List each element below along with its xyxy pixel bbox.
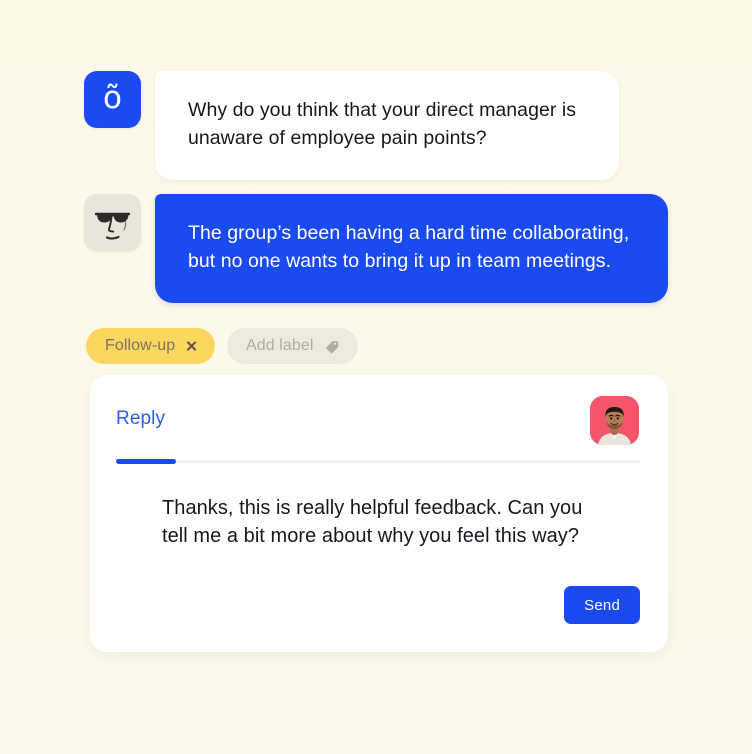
respondent-avatar (84, 194, 141, 251)
add-label-button[interactable]: Add label (226, 328, 358, 364)
add-label-text: Add label (245, 337, 314, 354)
tag-icon (324, 338, 341, 355)
label-chip-follow-up-text: Follow-up (105, 337, 176, 354)
message-row-answer: The group’s been having a hard time coll… (84, 194, 668, 304)
tab-track (116, 460, 640, 463)
reply-card-header: Reply (90, 375, 668, 464)
brand-logo-glyph: õ (103, 80, 122, 116)
message-bubble-answer: The group’s been having a hard time coll… (155, 194, 668, 304)
reply-draft-text[interactable]: Thanks, this is really helpful feedback.… (162, 494, 608, 550)
send-button[interactable]: Send (564, 586, 640, 624)
tab-active-indicator (116, 459, 176, 464)
reply-card: Reply Thanks, this is really helpful fee… (90, 375, 668, 652)
message-text-question: Why do you think that your direct manage… (188, 99, 577, 149)
tab-reply[interactable]: Reply (116, 408, 165, 430)
message-bubble-question: Why do you think that your direct manage… (155, 71, 619, 181)
close-icon[interactable]: ✕ (185, 339, 198, 354)
label-chip-follow-up[interactable]: Follow-up ✕ (86, 328, 215, 364)
sunglasses-face-icon (84, 194, 141, 251)
label-chip-row: Follow-up ✕ Add label (86, 328, 358, 364)
reply-draft-paragraph: Thanks, this is really helpful feedback.… (162, 497, 583, 547)
brand-logo-avatar: õ (84, 71, 141, 128)
conversation-screen: õ Why do you think that your direct mana… (0, 0, 752, 754)
message-row-question: õ Why do you think that your direct mana… (84, 71, 619, 181)
message-text-answer: The group’s been having a hard time coll… (188, 222, 630, 272)
user-photo-avatar[interactable] (590, 396, 639, 445)
